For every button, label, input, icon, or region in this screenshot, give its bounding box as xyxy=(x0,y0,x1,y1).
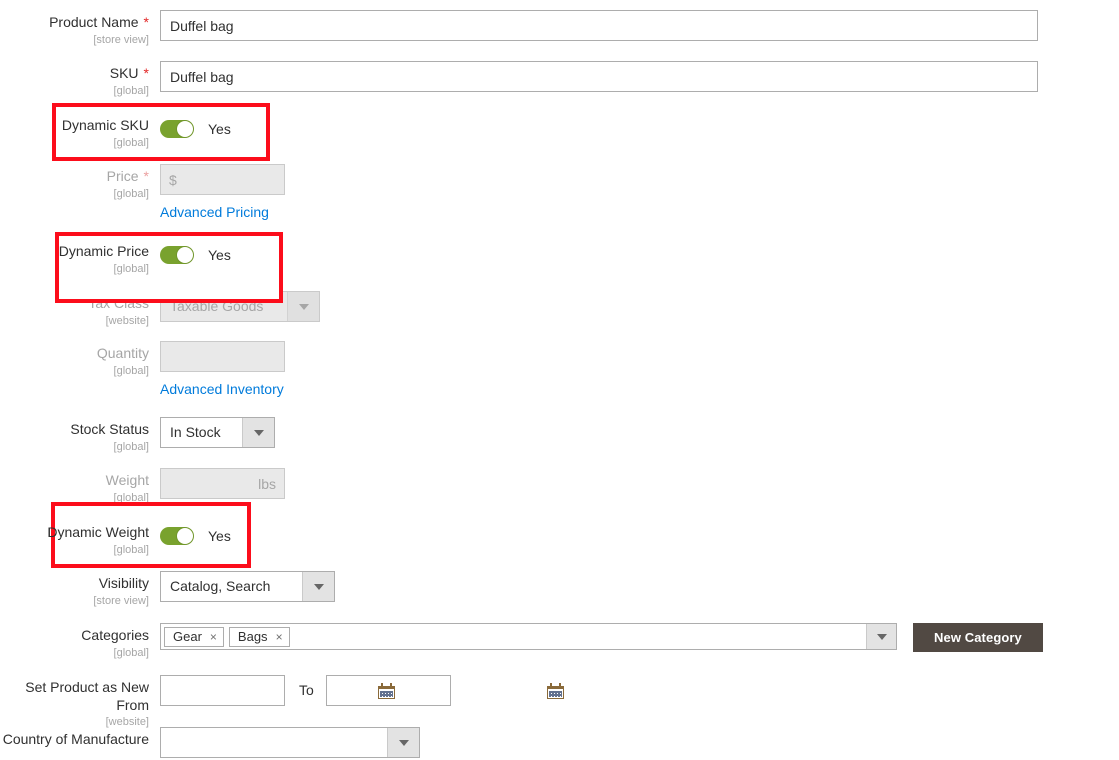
dynamic-weight-toggle[interactable] xyxy=(160,526,194,545)
close-icon[interactable]: × xyxy=(210,631,217,643)
label-visibility: Visibility [store view] xyxy=(0,571,160,608)
label-stock-status-text: Stock Status xyxy=(70,421,149,437)
label-categories-text: Categories xyxy=(81,627,149,643)
label-price-text: Price xyxy=(106,168,139,184)
new-from-date-input[interactable] xyxy=(160,675,285,706)
sku-input[interactable] xyxy=(160,61,1038,92)
visibility-select[interactable]: Catalog, Search xyxy=(160,571,335,602)
chevron-down-icon xyxy=(302,572,334,601)
label-product-name: Product Name * [store view] xyxy=(0,10,160,47)
quantity-input[interactable] xyxy=(160,341,285,372)
visibility-value: Catalog, Search xyxy=(170,578,271,594)
label-country-of-manufacture-text: Country of Manufacture xyxy=(2,731,149,747)
category-chip-label: Gear xyxy=(173,629,202,644)
required-marker-product-name: * xyxy=(143,14,149,30)
label-tax-class-text: Tax Class xyxy=(88,295,149,311)
required-marker-sku: * xyxy=(143,65,149,81)
field-row-quantity: Quantity [global] Advanced Inventory xyxy=(0,341,1119,397)
country-of-manufacture-value xyxy=(161,728,387,757)
country-of-manufacture-select[interactable] xyxy=(160,727,420,758)
weight-input[interactable] xyxy=(160,468,285,499)
field-row-sku: SKU * [global] xyxy=(0,61,1119,98)
dynamic-weight-toggle-label: Yes xyxy=(208,527,231,544)
chevron-down-icon xyxy=(242,418,274,447)
label-set-product-as-new-text: Set Product as New From xyxy=(25,679,149,713)
annotated-row-dynamic-sku: Dynamic SKU [global] Yes xyxy=(0,113,400,150)
label-dynamic-price-text: Dynamic Price xyxy=(58,243,149,259)
label-weight-text: Weight xyxy=(105,472,149,488)
scope-dynamic-sku: [global] xyxy=(113,136,149,149)
stock-status-select[interactable]: In Stock xyxy=(160,417,275,448)
advanced-inventory-link[interactable]: Advanced Inventory xyxy=(160,381,284,397)
scope-weight: [global] xyxy=(113,491,149,504)
category-chip[interactable]: Gear × xyxy=(164,626,224,647)
category-chip[interactable]: Bags × xyxy=(228,626,290,647)
scope-quantity: [global] xyxy=(113,364,149,377)
price-input[interactable] xyxy=(160,164,285,195)
product-edit-form: Product Name* [store view] SKU* [global]… xyxy=(0,0,1119,758)
label-dynamic-weight-text: Dynamic Weight xyxy=(47,524,149,540)
tax-class-select[interactable]: Taxable Goods xyxy=(160,291,320,322)
chevron-down-icon xyxy=(287,292,319,321)
label-tax-class: Tax Class [website] xyxy=(0,291,160,328)
new-to-label: To xyxy=(299,682,314,698)
label-sku: SKU * [global] xyxy=(0,61,160,98)
annotated-row-dynamic-weight: Dynamic Weight [global] Yes xyxy=(0,520,400,557)
dynamic-price-toggle-label: Yes xyxy=(208,246,231,263)
scope-visibility: [store view] xyxy=(93,594,149,607)
label-product-name-text: Product Name xyxy=(49,14,139,30)
annotated-row-dynamic-price: Dynamic Price [global] Yes xyxy=(0,239,400,276)
field-row-set-product-as-new: Set Product as New From [website] To xyxy=(0,675,1119,729)
label-dynamic-sku-text: Dynamic SKU xyxy=(61,117,149,133)
scope-product-name: [store view] xyxy=(93,33,149,46)
label-set-product-as-new: Set Product as New From [website] xyxy=(0,675,160,729)
scope-stock-status: [global] xyxy=(113,440,149,453)
label-quantity-text: Quantity xyxy=(96,345,149,361)
required-marker-price: * xyxy=(143,168,149,184)
advanced-pricing-link[interactable]: Advanced Pricing xyxy=(160,204,269,220)
label-weight: Weight [global] xyxy=(0,468,160,505)
scope-tax-class: [website] xyxy=(105,314,149,327)
field-row-categories: Categories [global] Gear × Bags × New Ca… xyxy=(0,623,1119,660)
scope-price: [global] xyxy=(113,187,149,200)
close-icon[interactable]: × xyxy=(276,631,283,643)
dynamic-sku-toggle-label: Yes xyxy=(208,120,231,137)
categories-multiselect[interactable]: Gear × Bags × xyxy=(160,623,897,650)
new-category-button[interactable]: New Category xyxy=(913,623,1043,652)
field-row-stock-status: Stock Status [global] In Stock xyxy=(0,417,1119,454)
product-name-input[interactable] xyxy=(160,10,1038,41)
scope-sku: [global] xyxy=(113,84,149,97)
calendar-icon[interactable] xyxy=(546,683,564,699)
chevron-down-icon[interactable] xyxy=(866,624,896,649)
scope-categories: [global] xyxy=(113,646,149,659)
label-stock-status: Stock Status [global] xyxy=(0,417,160,454)
field-row-country-of-manufacture: Country of Manufacture xyxy=(0,727,1119,760)
label-country-of-manufacture: Country of Manufacture xyxy=(0,727,160,749)
field-row-tax-class: Tax Class [website] Taxable Goods xyxy=(0,291,1119,328)
label-categories: Categories [global] xyxy=(0,623,160,660)
label-visibility-text: Visibility xyxy=(98,575,149,591)
scope-dynamic-price: [global] xyxy=(113,262,149,275)
field-row-product-name: Product Name * [store view] xyxy=(0,10,1119,47)
dynamic-price-toggle[interactable] xyxy=(160,245,194,264)
field-row-price: Price * [global] $ Advanced Pricing xyxy=(0,164,1119,220)
label-quantity: Quantity [global] xyxy=(0,341,160,378)
dynamic-sku-toggle[interactable] xyxy=(160,119,194,138)
scope-dynamic-weight: [global] xyxy=(113,543,149,556)
field-row-weight: Weight [global] lbs xyxy=(0,468,1119,505)
stock-status-value: In Stock xyxy=(170,424,221,440)
category-chip-label: Bags xyxy=(237,629,268,644)
chevron-down-icon xyxy=(387,728,419,757)
field-row-visibility: Visibility [store view] Catalog, Search xyxy=(0,571,1119,608)
tax-class-value: Taxable Goods xyxy=(170,298,264,314)
label-sku-text: SKU xyxy=(109,65,139,81)
calendar-icon[interactable] xyxy=(377,682,395,699)
label-price: Price * [global] xyxy=(0,164,160,201)
